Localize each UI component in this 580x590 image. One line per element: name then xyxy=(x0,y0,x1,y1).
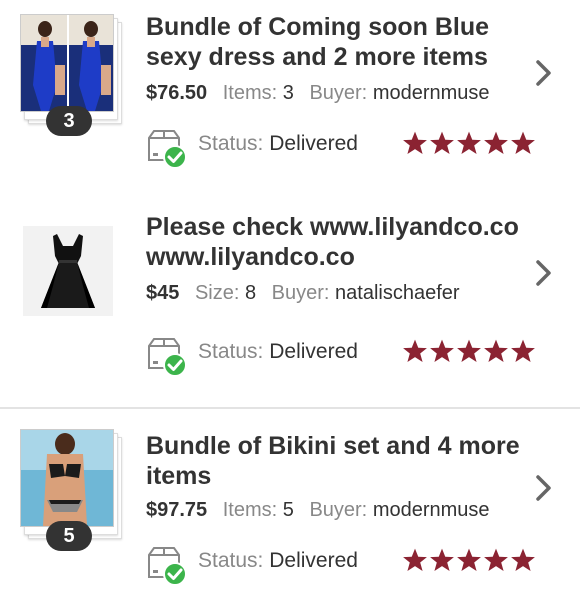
product-thumbnail xyxy=(20,214,120,324)
status-text: Status: Delivered xyxy=(198,340,358,364)
status-row: Status: Delivered xyxy=(146,126,546,169)
status-text: Status: Delivered xyxy=(198,549,358,573)
buyer-label: Buyer: xyxy=(309,499,368,521)
star-icon xyxy=(430,548,454,572)
product-image xyxy=(20,14,114,112)
rating-stars xyxy=(402,338,537,366)
chevron-right-icon[interactable] xyxy=(528,258,558,288)
order-meta: $97.75 Items: 5 Buyer: modernmuse xyxy=(146,499,500,522)
star-icon xyxy=(484,548,508,572)
buyer-name: modernmuse xyxy=(372,499,490,521)
status-label: Status: xyxy=(198,340,264,363)
rating-stars xyxy=(402,547,537,575)
star-icon xyxy=(403,131,427,155)
star-icon xyxy=(484,131,508,155)
order-card[interactable]: 3 Bundle of Coming soon Blue sexy dress … xyxy=(0,0,580,207)
chevron-right-icon[interactable] xyxy=(528,473,558,503)
status-value: Delivered xyxy=(269,340,358,363)
rating-stars xyxy=(402,130,537,158)
product-image xyxy=(23,226,113,316)
order-title: Please check www.lilyandco.co www.lilyan… xyxy=(146,213,519,271)
star-icon xyxy=(430,131,454,155)
item-count-badge: 5 xyxy=(46,521,92,551)
delivered-box-icon xyxy=(146,128,188,169)
order-price: $45 xyxy=(146,282,180,304)
star-icon xyxy=(457,548,481,572)
status-row: Status: Delivered xyxy=(146,543,546,586)
star-icon xyxy=(430,339,454,363)
order-card[interactable]: 5 Bundle of Bikini set and 4 more items … xyxy=(0,409,580,589)
order-meta: $76.50 Items: 3 Buyer: modernmuse xyxy=(146,82,500,105)
bundle-thumbnail: 3 xyxy=(20,14,122,136)
star-icon xyxy=(484,339,508,363)
status-value: Delivered xyxy=(269,549,358,572)
buyer-name: natalischaefer xyxy=(335,282,460,304)
size-label: Size: xyxy=(194,282,240,304)
star-icon xyxy=(511,339,535,363)
order-title: Bundle of Bikini set and 4 more items xyxy=(146,432,520,490)
order-card[interactable]: Please check www.lilyandco.co www.lilyan… xyxy=(0,200,580,409)
items-label: Items: xyxy=(222,499,278,521)
status-label: Status: xyxy=(198,132,264,155)
star-icon xyxy=(403,339,427,363)
item-count-badge: 3 xyxy=(46,106,92,136)
delivered-box-icon xyxy=(146,336,188,377)
buyer-label: Buyer: xyxy=(271,282,330,304)
status-row: Status: Delivered xyxy=(146,334,546,377)
bundle-thumbnail: 5 xyxy=(20,429,122,551)
order-title: Bundle of Coming soon Blue sexy dress an… xyxy=(146,13,490,71)
items-value: 3 xyxy=(282,82,294,104)
star-icon xyxy=(457,339,481,363)
buyer-name: modernmuse xyxy=(372,82,490,104)
status-value: Delivered xyxy=(269,132,358,155)
items-value: 5 xyxy=(282,499,294,521)
star-icon xyxy=(511,131,535,155)
buyer-label: Buyer: xyxy=(309,82,368,104)
delivered-box-icon xyxy=(146,545,188,586)
star-icon xyxy=(403,548,427,572)
order-price: $97.75 xyxy=(146,499,208,521)
star-icon xyxy=(457,131,481,155)
chevron-right-icon[interactable] xyxy=(528,58,558,88)
product-image xyxy=(20,429,114,527)
order-meta: $45 Size: 8 Buyer: natalischaefer xyxy=(146,282,470,305)
size-value: 8 xyxy=(244,282,257,304)
order-price: $76.50 xyxy=(146,82,208,104)
items-label: Items: xyxy=(222,82,278,104)
status-text: Status: Delivered xyxy=(198,132,358,156)
status-label: Status: xyxy=(198,549,264,572)
star-icon xyxy=(511,548,535,572)
